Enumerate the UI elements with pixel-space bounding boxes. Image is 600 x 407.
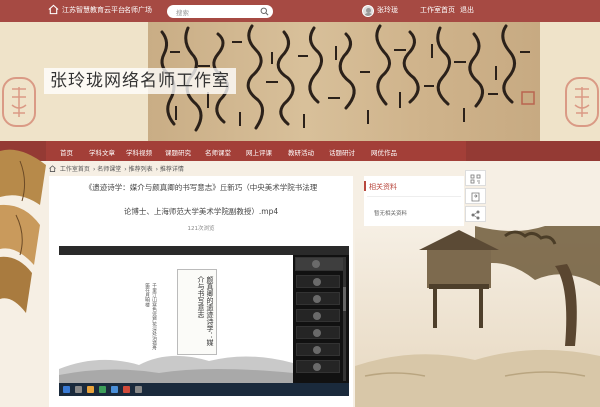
view-count: 121次浏览 xyxy=(187,226,215,232)
related-title: 相关资料 xyxy=(369,183,397,191)
participant-tile xyxy=(296,343,340,356)
search-input[interactable]: 搜索 xyxy=(167,5,273,18)
nav-item-works[interactable]: 网优作品 xyxy=(371,147,397,157)
nav-item-videos[interactable]: 学科视频 xyxy=(126,147,152,157)
player-top-bar xyxy=(59,246,349,255)
top-bar: 江苏智慧教育云平台 名师广场 搜索 张玲珑 工作室首页 退出 xyxy=(0,0,600,22)
workspace-link[interactable]: 工作室首页 xyxy=(420,5,455,15)
search-placeholder: 搜索 xyxy=(176,9,189,17)
banner: 张玲珑网络名师工作室 xyxy=(0,22,600,141)
breadcrumb-item[interactable]: 推荐列表 xyxy=(129,166,153,173)
site-title: 张玲珑网络名师工作室 xyxy=(44,68,236,94)
nav-item-research[interactable]: 课题研究 xyxy=(165,147,191,157)
qrcode-icon xyxy=(470,174,481,184)
related-empty-text: 暂无相关资料 xyxy=(374,211,408,217)
nav-item-review[interactable]: 网上评课 xyxy=(246,147,272,157)
related-materials: 相关资料 暂无相关资料 xyxy=(364,176,464,226)
video-player[interactable]: 千里江山寒色远芦花深处泊孤舟笛在月明楼 颜真卿的遗迹诗学：媒介与书写意志 xyxy=(59,246,349,396)
nav-item-home[interactable]: 首页 xyxy=(60,147,73,157)
participant-tile xyxy=(295,257,345,271)
participant-strip xyxy=(293,255,349,383)
taskbar-icon xyxy=(75,386,82,393)
platform-link[interactable]: 江苏智慧教育云平台 xyxy=(62,5,125,15)
home-icon xyxy=(49,165,56,172)
taskbar-icon xyxy=(87,386,94,393)
video-title-line2: 论博士、上海师范大学美术学院副教授）.mp4 xyxy=(123,207,279,216)
nav-item-activities[interactable]: 教研活动 xyxy=(288,147,314,157)
qrcode-button[interactable] xyxy=(465,170,486,186)
participant-tile xyxy=(296,360,340,373)
home-icon[interactable] xyxy=(48,4,59,15)
participant-scrollbar[interactable] xyxy=(343,257,346,381)
seal-stamp-left xyxy=(2,77,36,127)
nav-item-articles[interactable]: 学科文章 xyxy=(89,147,115,157)
floating-tools xyxy=(465,170,486,222)
scan-icon xyxy=(471,210,480,220)
video-title-line1: 《遗迹诗学：媒介与颜真卿的书写意志》丘新巧（中央美术学院书法理 xyxy=(84,183,318,192)
scroll-decoration xyxy=(0,149,46,313)
taskbar-icon xyxy=(111,386,118,393)
logout-link[interactable]: 退出 xyxy=(460,5,474,15)
lecture-slide: 千里江山寒色远芦花深处泊孤舟笛在月明楼 颜真卿的遗迹诗学：媒介与书写意志 xyxy=(59,255,293,383)
nav-bar: 首页 学科文章 学科视频 课题研究 名师课堂 网上评课 教研活动 话题研讨 网优… xyxy=(46,141,466,161)
ink-mountain xyxy=(59,355,293,383)
nav-item-classroom[interactable]: 名师课堂 xyxy=(205,147,231,157)
participant-tile xyxy=(296,275,340,288)
scan-button[interactable] xyxy=(465,206,486,222)
share-button[interactable] xyxy=(465,188,486,204)
participant-tile xyxy=(296,309,340,322)
search-icon[interactable] xyxy=(260,7,269,16)
participant-tile xyxy=(296,292,340,305)
taskbar-icon xyxy=(123,386,130,393)
user-avatar[interactable] xyxy=(362,5,374,17)
breadcrumb-item[interactable]: 名师课堂 xyxy=(97,166,121,173)
famous-teacher-link[interactable]: 名师广场 xyxy=(124,5,152,15)
breadcrumb-item[interactable]: 工作室首页 xyxy=(60,166,90,173)
seal-stamp-right xyxy=(565,77,599,127)
taskbar-icon xyxy=(135,386,142,393)
taskbar-icon xyxy=(99,386,106,393)
breadcrumb: 工作室首页 › 名师课堂 › 推荐列表 › 推荐详情 xyxy=(49,164,187,173)
nav-item-topics[interactable]: 话题研讨 xyxy=(329,147,355,157)
start-icon xyxy=(63,386,70,393)
landscape-painting xyxy=(355,226,600,407)
video-detail-panel: 《遗迹诗学：媒介与颜真卿的书写意志》丘新巧（中央美术学院书法理 论博士、上海师范… xyxy=(49,176,353,407)
share-icon xyxy=(471,192,480,202)
main-nav: 首页 学科文章 学科视频 课题研究 名师课堂 网上评课 教研活动 话题研讨 网优… xyxy=(0,141,600,161)
participant-tile xyxy=(296,326,340,339)
breadcrumb-item: 推荐详情 xyxy=(159,166,184,173)
os-taskbar xyxy=(59,383,349,396)
username-link[interactable]: 张玲珑 xyxy=(377,5,398,15)
